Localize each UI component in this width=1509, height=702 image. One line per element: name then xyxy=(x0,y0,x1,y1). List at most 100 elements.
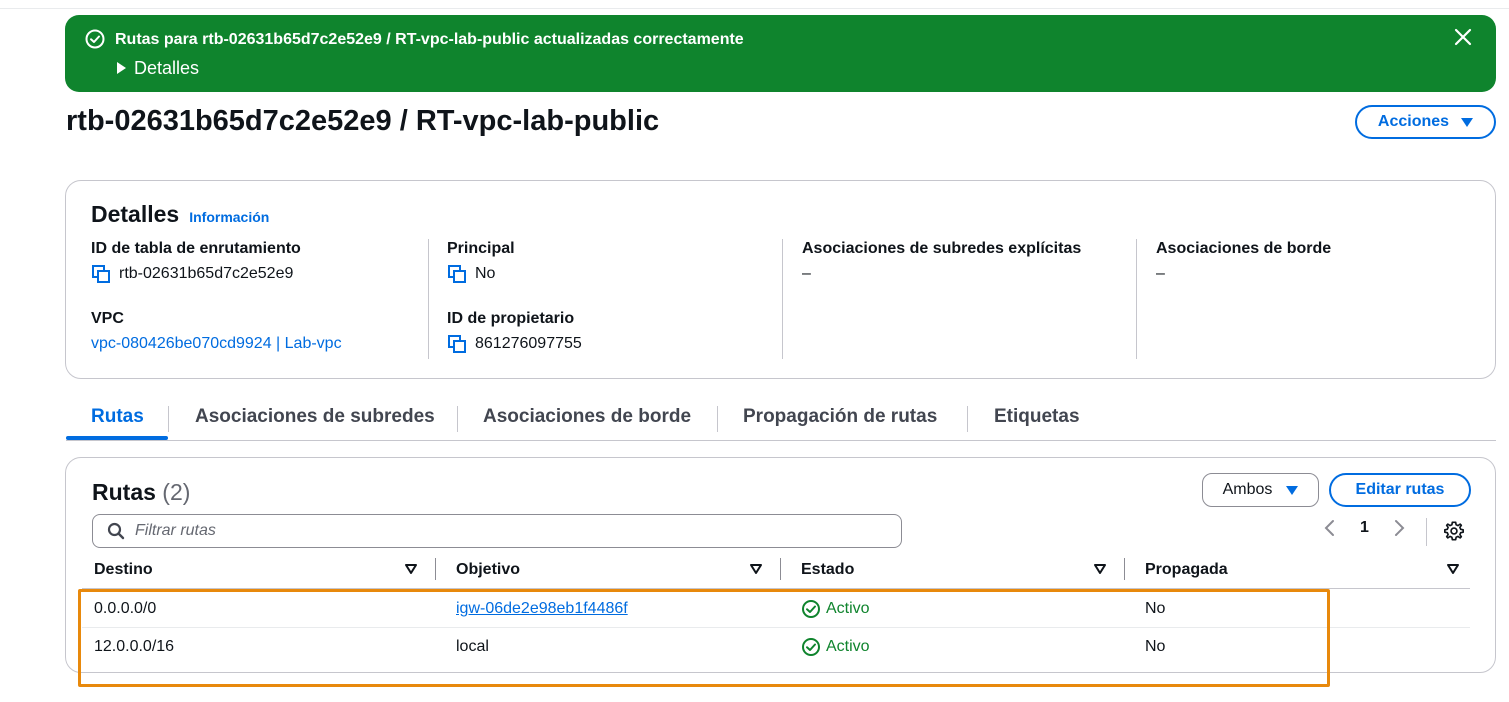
actions-label: Acciones xyxy=(1377,113,1450,130)
row-divider xyxy=(82,627,1470,628)
owner-id-field: ID de propietario 861276097755 xyxy=(447,309,582,354)
tab-tags[interactable]: Etiquetas xyxy=(994,406,1080,428)
routes-count: (2) xyxy=(162,479,191,505)
route-status: Activo xyxy=(801,637,870,657)
filter-select-value: Ambos xyxy=(1222,481,1273,498)
flash-details-toggle[interactable]: Detalles xyxy=(117,57,199,79)
success-flash-banner: Rutas para rtb-02631b65d7c2e52e9 / RT-vp… xyxy=(65,15,1496,92)
route-table-id-field: ID de tabla de enrutamiento rtb-02631b65… xyxy=(91,239,342,284)
search-box[interactable] xyxy=(92,514,902,548)
route-propagated: No xyxy=(1145,638,1166,655)
pagination: 1 xyxy=(1322,518,1407,538)
explicit-subnet-assoc-field: Asociaciones de subredes explícitas – xyxy=(802,239,1081,284)
owner-id-value-row: 861276097755 xyxy=(447,334,582,354)
tab-bar: Rutas Asociaciones de subredes Asociacio… xyxy=(66,400,1496,441)
sort-icon[interactable] xyxy=(404,562,418,576)
edge-assoc-field: Asociaciones de borde – xyxy=(1156,239,1331,284)
sort-icon[interactable] xyxy=(1446,562,1460,576)
close-icon[interactable] xyxy=(1453,27,1473,47)
copy-icon[interactable] xyxy=(91,264,111,284)
chevron-right-icon[interactable] xyxy=(1391,518,1407,538)
route-target: local xyxy=(456,638,489,655)
explicit-subnet-assoc-label: Asociaciones de subredes explícitas xyxy=(802,240,1082,257)
route-destination: 12.0.0.0/16 xyxy=(94,638,175,655)
vpc-label: VPC xyxy=(91,310,124,327)
actions-button[interactable]: Acciones xyxy=(1355,105,1496,139)
tab-divider xyxy=(967,406,968,432)
check-circle-icon xyxy=(802,638,820,656)
filter-select[interactable]: Ambos xyxy=(1202,473,1319,507)
details-column-3: Asociaciones de subredes explícitas – xyxy=(802,239,1081,284)
column-resizer[interactable] xyxy=(780,558,781,580)
owner-id-value: 861276097755 xyxy=(475,335,582,352)
route-status-label: Activo xyxy=(826,600,870,617)
column-divider xyxy=(1136,239,1137,359)
tab-subnet-associations[interactable]: Asociaciones de subredes xyxy=(195,406,435,428)
table-header-divider xyxy=(82,588,1470,589)
copy-icon[interactable] xyxy=(447,334,467,354)
copy-icon[interactable] xyxy=(447,264,467,284)
column-divider xyxy=(782,239,783,359)
caret-down-icon xyxy=(1286,485,1299,495)
route-target-link[interactable]: igw-06de2e98eb1f4486f xyxy=(456,599,628,619)
routes-container: Rutas (2) Ambos Editar rutas 1 Destino O… xyxy=(65,457,1496,673)
tab-routes[interactable]: Rutas xyxy=(91,406,144,428)
column-header-target[interactable]: Objetivo xyxy=(456,560,520,580)
flash-details-label: Detalles xyxy=(134,58,200,78)
flash-message: Rutas para rtb-02631b65d7c2e52e9 / RT-vp… xyxy=(115,31,744,48)
check-circle-icon xyxy=(85,29,105,49)
top-divider xyxy=(0,8,1509,9)
edge-assoc-label: Asociaciones de borde xyxy=(1156,240,1332,257)
tab-divider xyxy=(168,406,169,432)
info-link[interactable]: Información xyxy=(189,209,269,225)
search-icon xyxy=(107,522,125,540)
main-value-row: No xyxy=(447,264,582,284)
main-field: Principal No xyxy=(447,239,582,284)
sort-icon[interactable] xyxy=(1093,562,1107,576)
chevron-left-icon[interactable] xyxy=(1322,518,1338,538)
main-label: Principal xyxy=(447,240,515,257)
owner-id-label: ID de propietario xyxy=(447,310,575,327)
column-resizer[interactable] xyxy=(435,558,436,580)
column-divider xyxy=(428,239,429,359)
edit-routes-button[interactable]: Editar rutas xyxy=(1329,473,1471,507)
vpc-field: VPC vpc-080426be070cd9924 | Lab-vpc xyxy=(91,309,342,354)
details-container: Detalles Información ID de tabla de enru… xyxy=(65,180,1496,379)
column-header-propagated[interactable]: Propagada xyxy=(1145,560,1228,580)
route-table-id-value-row: rtb-02631b65d7c2e52e9 xyxy=(91,264,342,284)
tab-divider xyxy=(717,406,718,432)
tab-edge-associations[interactable]: Asociaciones de borde xyxy=(483,406,691,428)
details-column-2: Principal No ID de propietario 861276097… xyxy=(447,239,582,354)
column-header-destination[interactable]: Destino xyxy=(94,560,153,580)
sort-icon[interactable] xyxy=(749,562,763,576)
routes-heading: Rutas xyxy=(92,479,156,505)
tab-route-propagation[interactable]: Propagación de rutas xyxy=(743,406,937,428)
caret-down-icon xyxy=(1461,117,1474,127)
caret-right-icon xyxy=(117,62,126,74)
main-value: No xyxy=(475,265,496,282)
details-column-1: ID de tabla de enrutamiento rtb-02631b65… xyxy=(91,239,342,354)
route-table-id-value: rtb-02631b65d7c2e52e9 xyxy=(119,265,294,282)
explicit-subnet-assoc-value: – xyxy=(802,265,811,282)
route-propagated: No xyxy=(1145,600,1166,617)
active-tab-indicator xyxy=(66,436,168,440)
pager-divider xyxy=(1426,518,1427,546)
details-header: Detalles Información xyxy=(91,201,269,228)
route-status-label: Activo xyxy=(826,638,870,655)
route-status: Activo xyxy=(801,599,870,619)
gear-icon[interactable] xyxy=(1443,520,1465,542)
route-destination: 0.0.0.0/0 xyxy=(94,600,157,617)
check-circle-icon xyxy=(802,600,820,618)
column-header-status[interactable]: Estado xyxy=(801,560,854,580)
route-table-id-label: ID de tabla de enrutamiento xyxy=(91,240,301,257)
tab-divider xyxy=(457,406,458,432)
page-number[interactable]: 1 xyxy=(1360,519,1369,537)
page-title: rtb-02631b65d7c2e52e9 / RT-vpc-lab-publi… xyxy=(66,105,660,137)
edge-assoc-value: – xyxy=(1156,265,1165,282)
details-heading: Detalles xyxy=(91,201,180,227)
column-resizer[interactable] xyxy=(1124,558,1125,580)
vpc-link[interactable]: vpc-080426be070cd9924 | Lab-vpc xyxy=(91,334,342,354)
routes-header: Rutas (2) xyxy=(92,479,190,506)
search-input[interactable] xyxy=(135,522,835,540)
details-column-4: Asociaciones de borde – xyxy=(1156,239,1331,284)
